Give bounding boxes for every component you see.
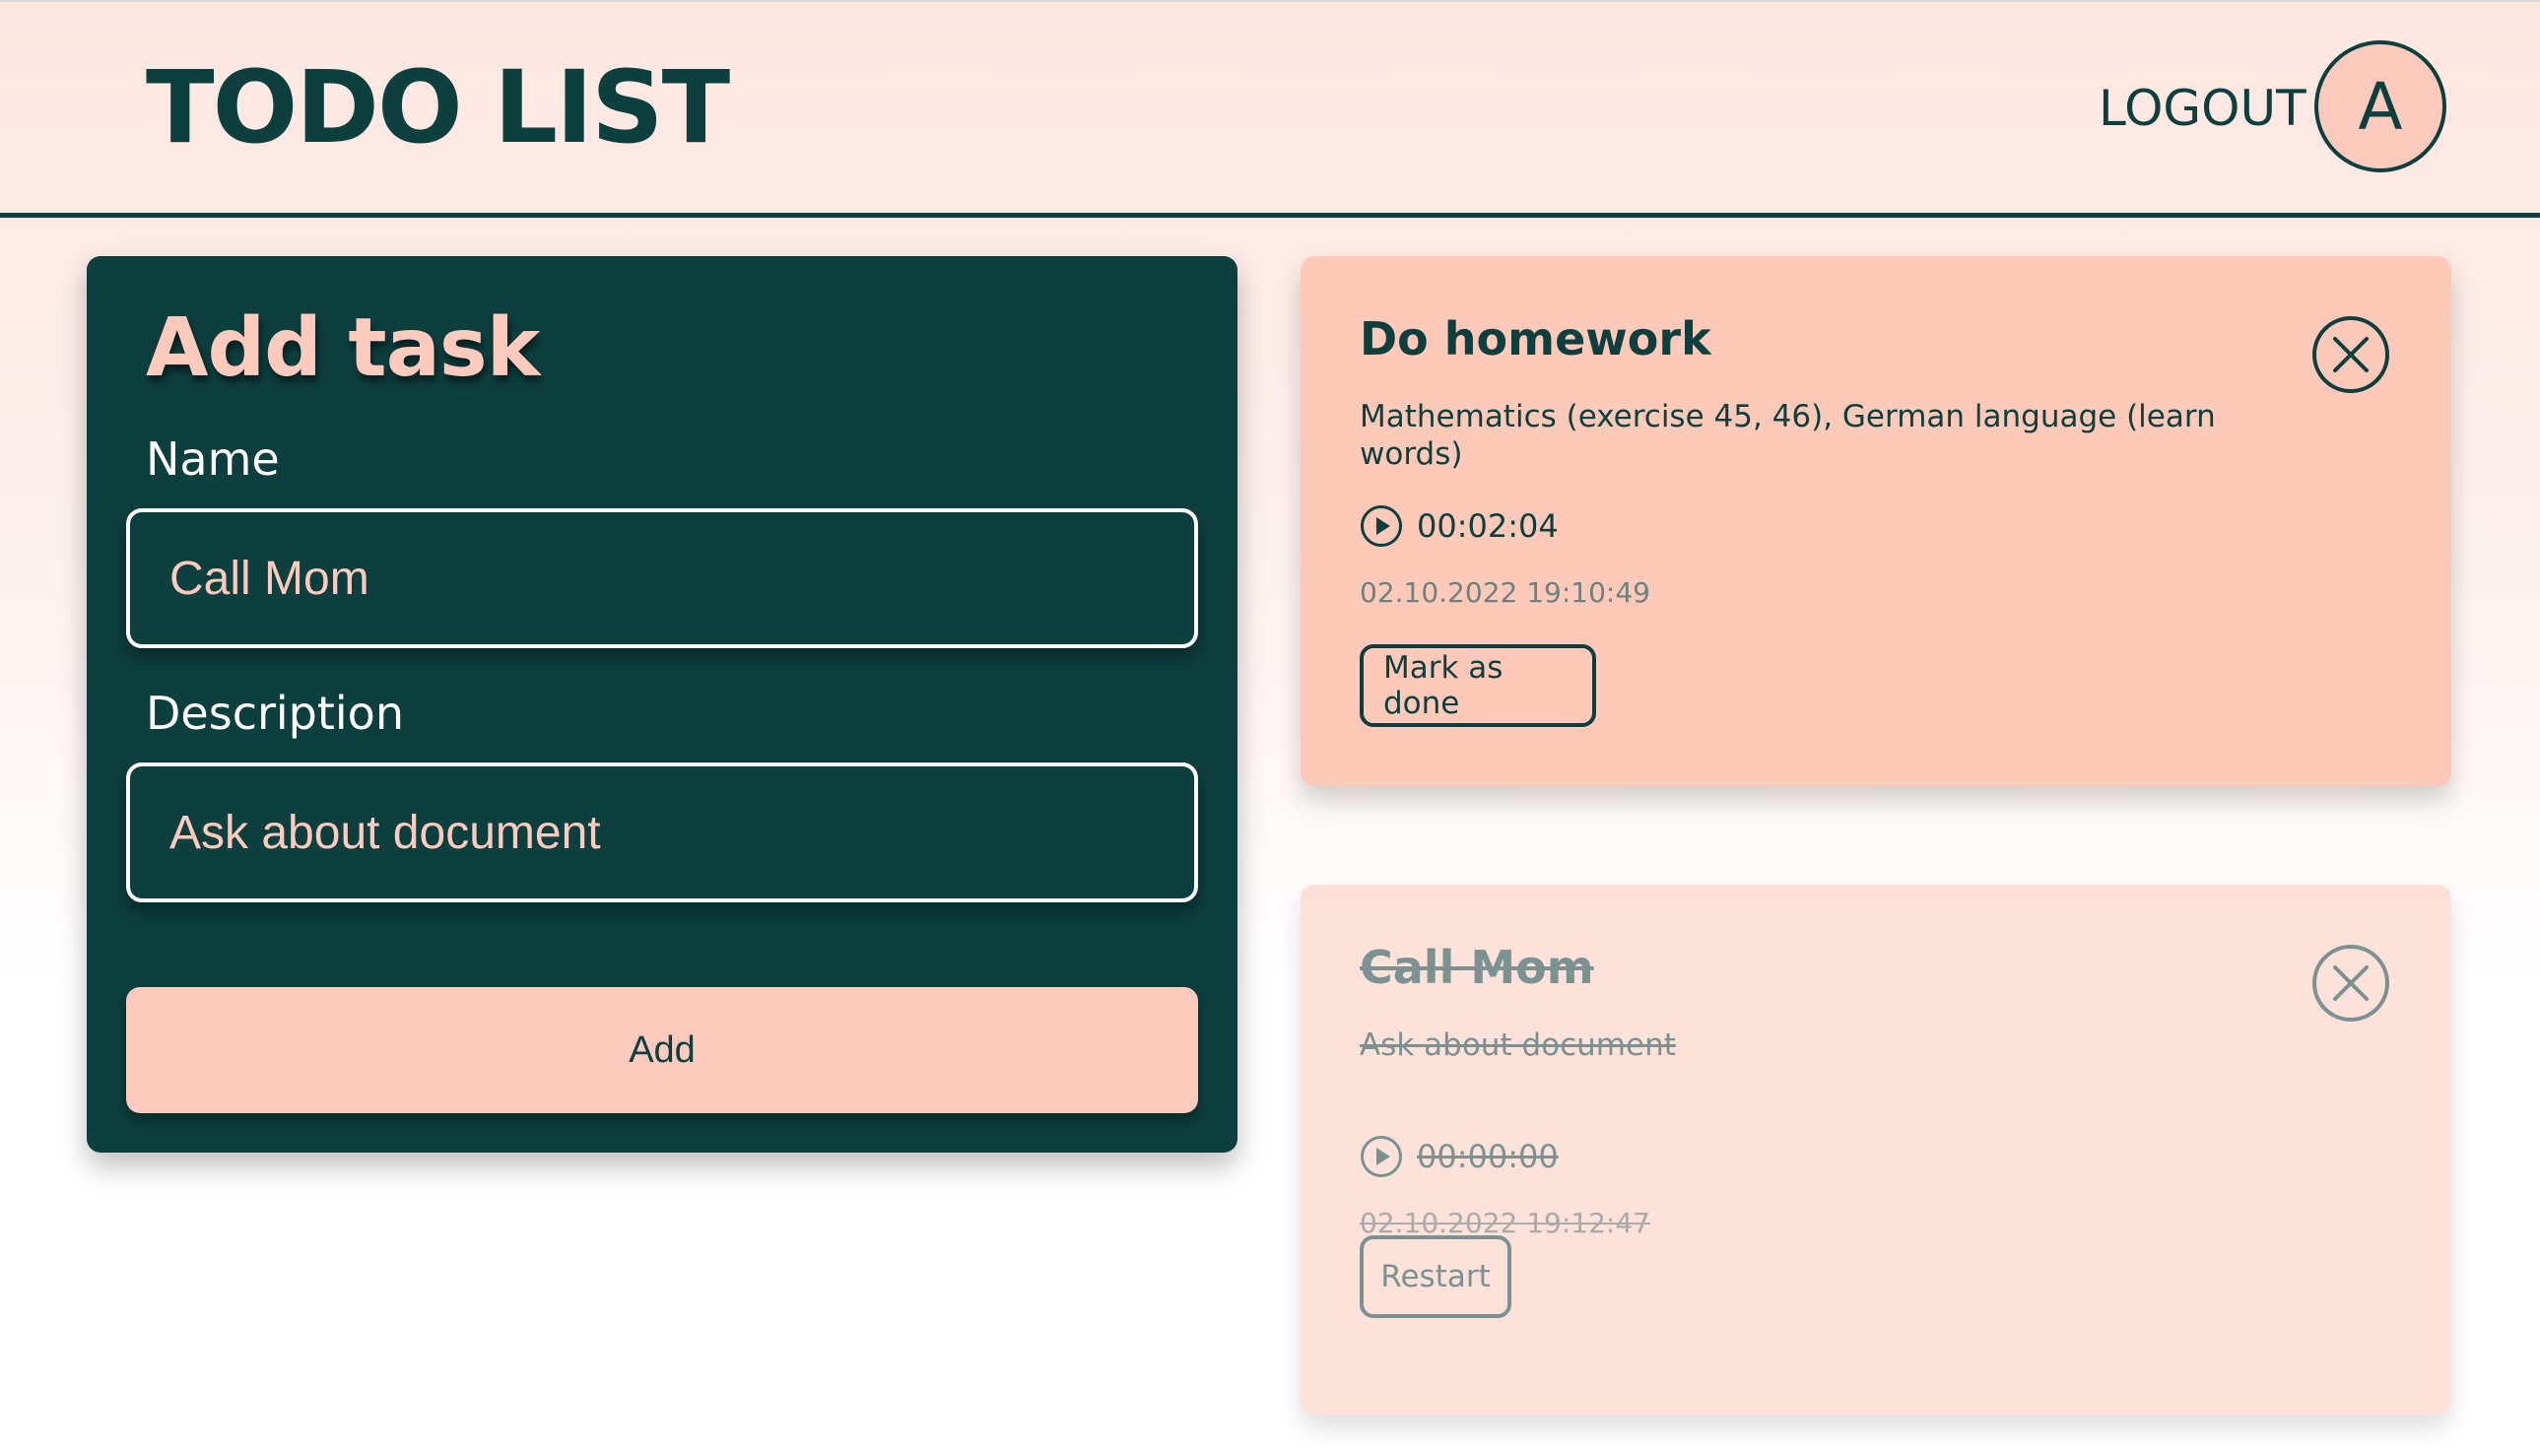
created-timestamp: 02.10.2022 19:10:49 [1360, 576, 1650, 609]
restart-button[interactable]: Restart [1360, 1235, 1511, 1318]
task-title: Call Mom [1360, 941, 1594, 994]
task-description: Ask about document [1360, 1027, 1676, 1063]
timer-row: 00:00:00 [1360, 1133, 1559, 1180]
add-task-title: Add task [146, 301, 540, 395]
timer-row: 00:02:04 [1360, 502, 1559, 550]
timer-value: 00:02:04 [1417, 507, 1559, 545]
task-title: Do homework [1360, 312, 1711, 365]
task-card: Do homework Mathematics (exercise 45, 46… [1301, 256, 2451, 786]
add-button[interactable]: Add [126, 987, 1198, 1113]
timer-value: 00:00:00 [1417, 1138, 1559, 1175]
task-card: Call Mom Ask about document 00:00:00 02.… [1301, 885, 2451, 1415]
mark-as-done-button[interactable]: Mark as done [1360, 644, 1596, 727]
description-input[interactable] [130, 766, 1194, 898]
name-field-wrapper [126, 508, 1198, 648]
avatar-initial: A [2358, 68, 2403, 145]
play-icon[interactable] [1360, 504, 1403, 548]
close-icon[interactable] [2311, 944, 2390, 1023]
name-label: Name [146, 432, 280, 486]
close-icon[interactable] [2311, 315, 2390, 394]
description-label: Description [146, 687, 404, 740]
app-title: TODO LIST [146, 49, 730, 166]
avatar[interactable]: A [2314, 40, 2446, 172]
task-description: Mathematics (exercise 45, 46), German la… [1360, 399, 2216, 472]
app-header: TODO LIST LOGOUT A [0, 0, 2540, 218]
logout-link[interactable]: LOGOUT [2099, 79, 2306, 138]
description-field-wrapper [126, 762, 1198, 902]
add-task-panel: Add task Name Description Add [87, 256, 1237, 1153]
name-input[interactable] [130, 512, 1194, 644]
play-icon[interactable] [1360, 1135, 1403, 1178]
